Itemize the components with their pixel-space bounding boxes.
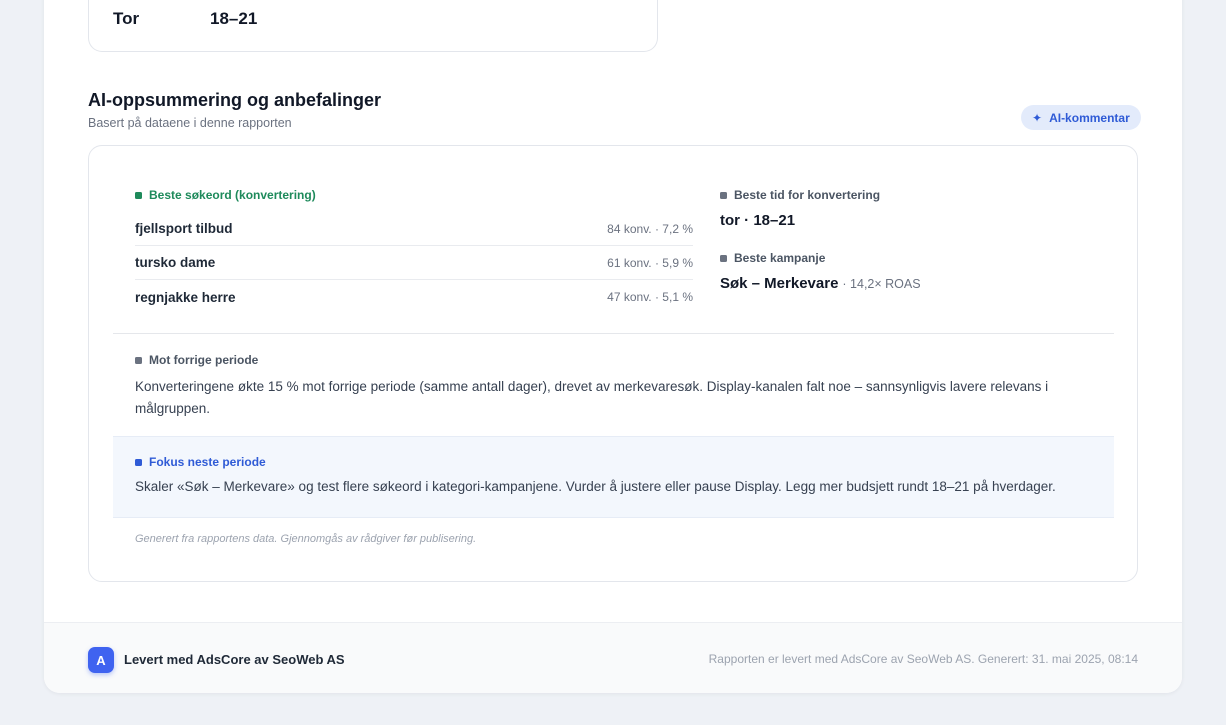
keyword-list: fjellsport tilbud 84 konv. · 7,2 % tursk… xyxy=(135,212,693,314)
focus-next-period-block: Fokus neste periode Skaler «Søk – Merkev… xyxy=(113,436,1114,518)
schedule-hours: 18–21 xyxy=(210,9,258,28)
keyword-row: tursko dame 61 konv. · 5,9 % xyxy=(135,246,693,280)
focus-label: Fokus neste periode xyxy=(135,455,1114,469)
sparkle-icon: ✦ xyxy=(1032,110,1043,125)
keyword-stat: 84 konv. · 7,2 % xyxy=(607,221,693,236)
square-bullet-icon xyxy=(720,191,727,199)
best-keywords-label-text: Beste søkeord (konvertering) xyxy=(149,188,316,202)
ai-summary-card: Beste søkeord (konvertering) fjellsport … xyxy=(88,145,1138,582)
keyword-stat: 47 konv. · 5,1 % xyxy=(607,290,693,304)
ai-comment-button-label: AI-kommentar xyxy=(1049,110,1130,125)
keyword-name: tursko dame xyxy=(135,255,216,270)
footer-note: Rapporten er levert med AdsCore av SeoWe… xyxy=(708,652,1138,666)
ai-section-subtitle: Basert på dataene i denne rapporten xyxy=(88,116,292,130)
keyword-stat: 61 konv. · 5,9 % xyxy=(607,255,693,270)
square-bullet-icon xyxy=(135,458,142,466)
previous-period-label: Mot forrige periode xyxy=(135,353,1085,367)
best-time-label-text: Beste tid for konvertering xyxy=(734,188,881,202)
schedule-day: Tor xyxy=(113,9,140,28)
focus-label-text: Fokus neste periode xyxy=(149,455,266,469)
focus-text: Skaler «Søk – Merkevare» og test flere s… xyxy=(135,479,1056,494)
footer-brand: Levert med AdsCore av SeoWeb AS xyxy=(124,652,345,667)
best-time-campaign-block: Beste tid for konvertering tor · 18–21 B… xyxy=(720,188,1100,292)
previous-period-block: Mot forrige periode Konverteringene økte… xyxy=(135,353,1085,420)
best-campaign-name: Søk – Merkevare xyxy=(720,275,839,292)
section-divider xyxy=(113,333,1114,334)
previous-period-text: Konverteringene økte 15 % mot forrige pe… xyxy=(135,379,1049,416)
keyword-name: regnjakke herre xyxy=(135,289,236,305)
adscore-logo: A xyxy=(88,647,114,673)
best-time-label: Beste tid for konvertering xyxy=(720,188,1100,202)
ai-section-title: AI-oppsummering og anbefalinger xyxy=(88,90,382,110)
report-page: Tor 18–21 AI-oppsummering og anbefalinge… xyxy=(44,0,1182,693)
best-keywords-block: Beste søkeord (konvertering) fjellsport … xyxy=(135,188,693,314)
keyword-row: regnjakke herre 47 konv. · 5,1 % xyxy=(135,280,693,314)
ai-comment-button[interactable]: ✦ AI-kommentar xyxy=(1021,105,1141,130)
best-keywords-label: Beste søkeord (konvertering) xyxy=(135,188,693,202)
keyword-name: fjellsport tilbud xyxy=(135,221,233,236)
generated-note: Generert fra rapportens data. Gjennomgås… xyxy=(135,533,477,545)
previous-period-label-text: Mot forrige periode xyxy=(149,353,259,367)
best-campaign-roas: · 14,2× ROAS xyxy=(842,277,921,291)
square-bullet-icon xyxy=(720,254,727,262)
keyword-row: fjellsport tilbud 84 konv. · 7,2 % xyxy=(135,212,693,246)
best-campaign-label: Beste kampanje xyxy=(720,251,1100,265)
square-bullet-icon xyxy=(135,356,142,364)
square-bullet-icon xyxy=(135,191,142,199)
best-time-value: tor · 18–21 xyxy=(720,212,796,229)
best-campaign-value: Søk – Merkevare · 14,2× ROAS xyxy=(720,275,1100,292)
best-campaign-label-text: Beste kampanje xyxy=(734,251,826,265)
schedule-card: Tor 18–21 xyxy=(88,0,658,52)
report-footer: A Levert med AdsCore av SeoWeb AS Rappor… xyxy=(44,622,1182,693)
